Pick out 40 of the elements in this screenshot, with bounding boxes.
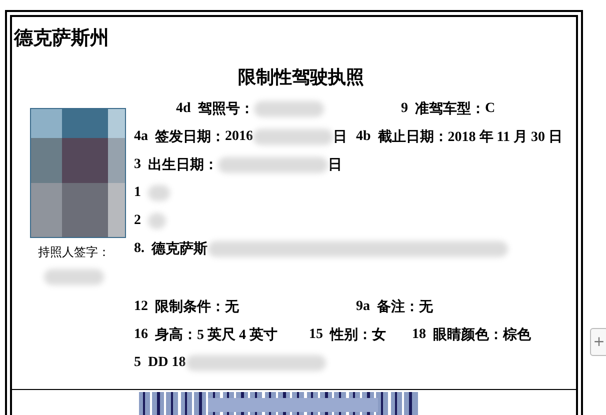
field-value: 棕色 bbox=[503, 326, 531, 344]
field-label: 眼睛颜色： bbox=[433, 326, 503, 344]
field-code: 5 bbox=[134, 355, 141, 371]
field-value: 5 英尺 4 英寸 bbox=[197, 326, 278, 344]
field-code: 9a bbox=[356, 299, 370, 315]
license-title: 限制性驾驶执照 bbox=[237, 66, 365, 89]
field-code: 3 bbox=[134, 157, 141, 173]
field-code: 18 bbox=[412, 327, 426, 343]
field-label: 性别： bbox=[330, 326, 372, 344]
field-value: 女 bbox=[372, 326, 386, 344]
field-label: 驾照号： bbox=[198, 100, 254, 118]
field-value: 2016 bbox=[225, 129, 253, 145]
field-code: 2 bbox=[134, 213, 141, 229]
expand-button[interactable]: + bbox=[590, 328, 606, 356]
field-value: 日 bbox=[328, 157, 342, 174]
field-value: 无 bbox=[419, 298, 433, 316]
field-code: 4a bbox=[134, 129, 148, 145]
field-value: 2018 年 11 月 30 日 bbox=[448, 128, 563, 146]
field-label: 备注： bbox=[377, 298, 419, 316]
field-code: 16 bbox=[134, 327, 148, 343]
field-label: 截止日期： bbox=[378, 128, 448, 146]
field-code: 15 bbox=[309, 327, 323, 343]
field-value: 德克萨斯 bbox=[152, 240, 208, 258]
field-label: 限制条件： bbox=[155, 298, 225, 316]
field-label: 准驾车型： bbox=[415, 100, 485, 118]
field-code: 1 bbox=[134, 185, 141, 201]
field-value: 无 bbox=[225, 298, 239, 316]
field-label: 出生日期： bbox=[148, 156, 218, 174]
field-label: 签发日期： bbox=[155, 128, 225, 146]
field-code: 4b bbox=[356, 129, 371, 145]
field-value: 日 bbox=[333, 129, 347, 146]
field-label: 身高： bbox=[155, 326, 197, 344]
field-code: 9 bbox=[401, 101, 408, 117]
state-title: 德克萨斯州 bbox=[14, 27, 110, 51]
field-code: 4d bbox=[176, 101, 191, 117]
field-code: 8. bbox=[134, 241, 144, 257]
field-code: 12 bbox=[134, 299, 148, 315]
signature-label: 持照人签字： bbox=[38, 244, 110, 261]
field-value: C bbox=[485, 101, 496, 117]
field-value: DD 18 bbox=[148, 355, 186, 371]
